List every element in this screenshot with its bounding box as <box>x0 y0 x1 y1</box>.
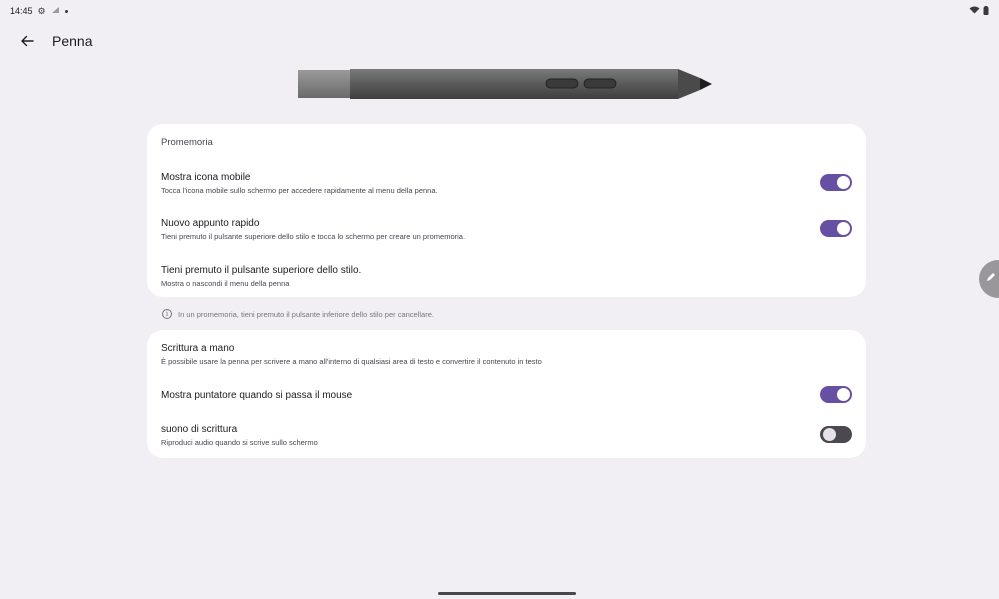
setting-title: Mostra icona mobile <box>161 171 251 183</box>
app-bar: Penna <box>18 28 92 54</box>
info-icon: i <box>162 309 172 319</box>
signal-icon <box>51 6 60 16</box>
setting-subtitle: Mostra o nascondi il menu della penna <box>161 278 290 288</box>
hover-pointer-toggle[interactable] <box>820 386 852 403</box>
notification-dot-icon <box>64 9 68 13</box>
setting-title: Scrittura a mano <box>161 342 235 354</box>
setting-writing-sound[interactable]: suono di scrittura Riproduci audio quand… <box>161 422 852 448</box>
setting-top-button[interactable]: Tieni premuto il pulsante superiore dell… <box>161 263 852 289</box>
setting-subtitle: Tieni premuto il pulsante superiore dell… <box>161 231 466 241</box>
floating-pen-button[interactable] <box>979 260 999 298</box>
scrittura-card: Scrittura a mano È possibile usare la pe… <box>147 330 866 458</box>
setting-subtitle: Tocca l'icona mobile sullo schermo per a… <box>161 185 438 195</box>
setting-subtitle: È possibile usare la penna per scrivere … <box>161 356 542 366</box>
status-time: 14:45 <box>10 6 33 16</box>
setting-title: Tieni premuto il pulsante superiore dell… <box>161 264 362 276</box>
floating-icon-toggle[interactable] <box>820 174 852 191</box>
home-indicator[interactable] <box>438 592 576 595</box>
setting-floating-icon[interactable]: Mostra icona mobile Tocca l'icona mobile… <box>161 170 852 196</box>
battery-icon <box>983 5 989 17</box>
page-title: Penna <box>52 33 93 49</box>
info-note-text: In un promemoria, tieni premuto il pulsa… <box>178 309 434 319</box>
promemoria-card: Promemoria Mostra icona mobile Tocca l'i… <box>147 124 866 297</box>
writing-sound-toggle[interactable] <box>820 426 852 443</box>
setting-title: Nuovo appunto rapido <box>161 217 260 229</box>
wifi-icon <box>969 6 980 16</box>
setting-handwriting[interactable]: Scrittura a mano È possibile usare la pe… <box>161 341 852 367</box>
pen-icon <box>985 270 997 288</box>
status-bar: 14:45 ⚙ <box>0 0 999 22</box>
quick-note-toggle[interactable] <box>820 220 852 237</box>
settings-icon: ⚙ <box>37 5 46 16</box>
section-header-promemoria: Promemoria <box>161 137 213 148</box>
setting-subtitle: Riproduci audio quando si scrive sullo s… <box>161 437 318 447</box>
setting-title: suono di scrittura <box>161 423 238 435</box>
setting-hover-pointer[interactable]: Mostra puntatore quando si passa il mous… <box>161 386 852 404</box>
setting-title: Mostra puntatore quando si passa il mous… <box>161 389 353 401</box>
setting-quick-note[interactable]: Nuovo appunto rapido Tieni premuto il pu… <box>161 216 852 242</box>
stylus-illustration <box>298 66 718 102</box>
info-note: i In un promemoria, tieni premuto il pul… <box>162 309 434 319</box>
arrow-left-icon[interactable] <box>18 32 36 50</box>
